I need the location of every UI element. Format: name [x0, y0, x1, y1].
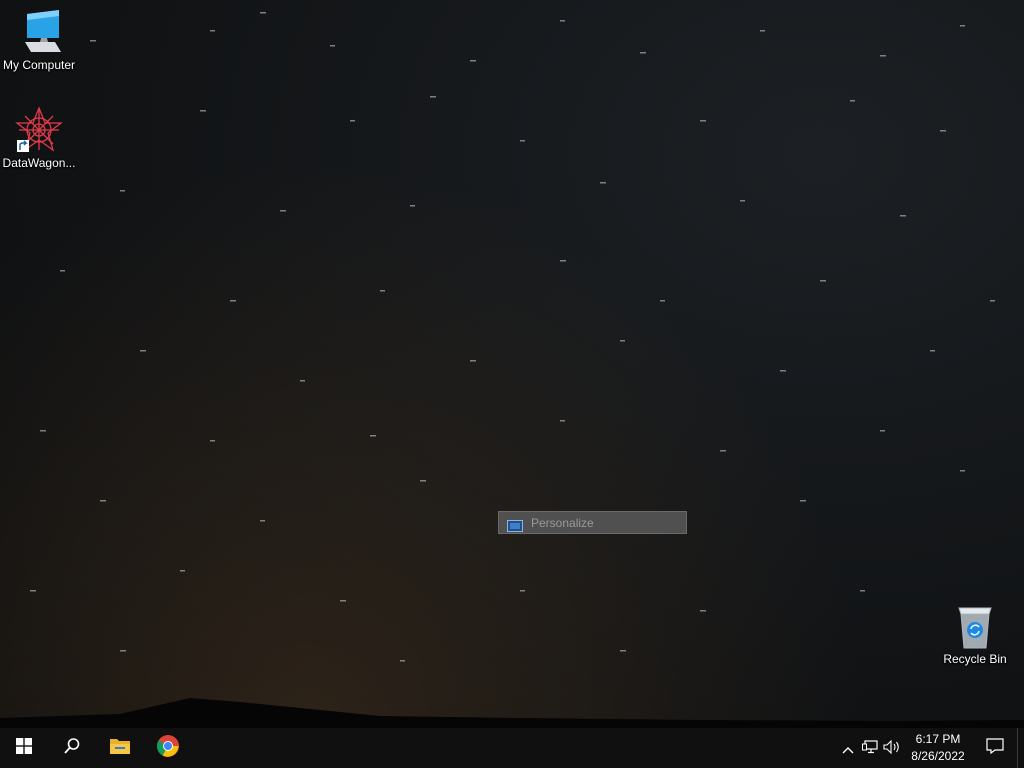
desktop-icon-label: DataWagon...: [2, 156, 76, 170]
start-button[interactable]: [0, 728, 48, 768]
windows-start-icon: [16, 738, 32, 758]
mountain-silhouette: [0, 698, 1024, 728]
computer-icon: [15, 8, 63, 56]
show-desktop-button[interactable]: [1017, 728, 1024, 768]
display-icon: [507, 517, 523, 532]
action-center-button[interactable]: [973, 728, 1017, 768]
menu-item-label: Personalize: [531, 515, 594, 530]
clock-time: 6:17 PM: [915, 732, 961, 746]
file-explorer-icon: [109, 737, 131, 759]
search-button[interactable]: [48, 728, 96, 768]
chrome-icon: [156, 734, 180, 762]
network-button[interactable]: [859, 728, 881, 768]
clock-date: 8/26/2022: [911, 749, 965, 763]
menu-item-personalize[interactable]: Personalize: [499, 512, 686, 533]
network-icon: [862, 739, 878, 758]
starfield-wallpaper: [30, 12, 995, 662]
desktop-icon-my-computer[interactable]: My Computer: [0, 8, 78, 72]
taskbar: 6:17 PM 8/26/2022: [0, 728, 1024, 768]
show-hidden-icons-button[interactable]: [837, 728, 859, 768]
volume-button[interactable]: [881, 728, 903, 768]
datawagon-icon: [15, 106, 63, 154]
desktop-icon-label: Recycle Bin: [943, 652, 1007, 666]
recycle-bin-icon: [951, 602, 999, 650]
system-tray: 6:17 PM 8/26/2022: [837, 728, 1024, 768]
desktop-icon-recycle-bin[interactable]: Recycle Bin: [936, 602, 1014, 666]
context-menu: Personalize: [498, 511, 687, 534]
chevron-up-icon: [842, 739, 854, 758]
volume-icon: [883, 739, 901, 758]
taskbar-chrome[interactable]: [144, 728, 192, 768]
search-icon: [63, 737, 81, 759]
desktop-icon-label: My Computer: [2, 58, 76, 72]
taskbar-file-explorer[interactable]: [96, 728, 144, 768]
desktop-icon-datawagon[interactable]: DataWagon...: [0, 106, 78, 170]
notification-icon: [986, 738, 1004, 758]
desktop[interactable]: My Computer DataWagon... Recycle Bin Per…: [0, 0, 1024, 728]
taskbar-clock[interactable]: 6:17 PM 8/26/2022: [903, 731, 973, 765]
